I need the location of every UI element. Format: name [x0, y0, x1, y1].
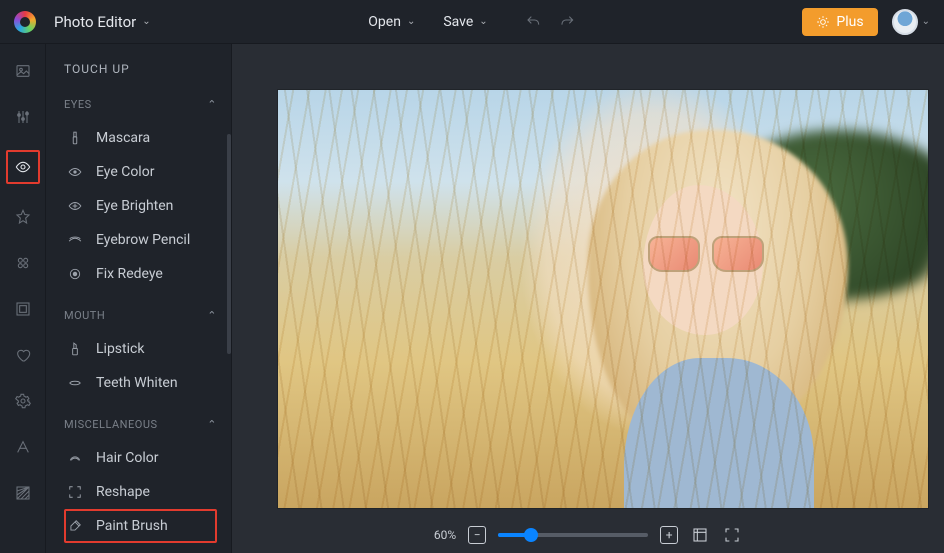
eye-brighten-icon	[66, 199, 84, 213]
zoom-value: 60%	[434, 528, 456, 542]
tool-eyebrow-pencil[interactable]: Eyebrow Pencil	[64, 223, 227, 257]
header-right: Plus ⌄	[802, 8, 930, 36]
app-header: Photo Editor ⌄ Open ⌄ Save ⌄ Plus ⌄	[0, 0, 944, 44]
section-mouth-label: MOUTH	[64, 309, 105, 322]
rail-touchup-highlight	[6, 150, 40, 184]
section-misc-label: MISCELLANEOUS	[64, 418, 158, 431]
tool-label: Mascara	[96, 130, 150, 146]
tool-label: Fix Redeye	[96, 266, 163, 282]
open-label: Open	[368, 14, 401, 30]
rail-texture[interactable]	[10, 480, 36, 506]
brush-icon	[66, 519, 84, 533]
tool-label: Hair Color	[96, 450, 158, 466]
lipstick-icon	[66, 342, 84, 356]
zoom-controls: 60% − +	[232, 525, 944, 545]
reshape-icon	[66, 485, 84, 499]
undo-button[interactable]	[526, 14, 542, 30]
zoom-slider[interactable]	[498, 533, 648, 537]
rail-frame[interactable]	[10, 296, 36, 322]
tool-label: Paint Brush	[96, 518, 168, 534]
app-title-dropdown[interactable]: Photo Editor ⌄	[54, 13, 151, 31]
section-eyes-label: EYES	[64, 98, 92, 111]
app-logo-icon	[14, 11, 36, 33]
tool-slimming[interactable]: Slimming	[64, 543, 227, 553]
chevron-down-icon: ⌄	[142, 16, 150, 27]
tool-label: Eyebrow Pencil	[96, 232, 190, 248]
section-mouth-header[interactable]: MOUTH ⌃	[64, 309, 217, 322]
header-center: Open ⌄ Save ⌄	[368, 14, 575, 30]
tool-fix-redeye[interactable]: Fix Redeye	[64, 257, 227, 291]
rail-text[interactable]	[10, 434, 36, 460]
zoom-slider-thumb[interactable]	[524, 528, 538, 542]
touchup-panel: TOUCH UP EYES ⌃ Mascara Eye Color Eye Br…	[46, 44, 232, 553]
teeth-icon	[66, 376, 84, 390]
tool-label: Teeth Whiten	[96, 375, 178, 391]
rail-adjust[interactable]	[10, 104, 36, 130]
fullscreen-button[interactable]	[722, 525, 742, 545]
section-misc-header[interactable]: MISCELLANEOUS ⌃	[64, 418, 217, 431]
fit-screen-button[interactable]	[690, 525, 710, 545]
panel-scrollbar[interactable]	[227, 134, 231, 354]
save-menu[interactable]: Save ⌄	[443, 14, 487, 30]
rail-touchup[interactable]	[10, 154, 36, 180]
rail-graphics[interactable]	[10, 250, 36, 276]
tool-eye-brighten[interactable]: Eye Brighten	[64, 189, 227, 223]
rail-image[interactable]	[10, 58, 36, 84]
eye-color-icon	[66, 165, 84, 179]
chevron-down-icon: ⌄	[407, 16, 415, 27]
tool-mascara[interactable]: Mascara	[64, 121, 227, 155]
chevron-up-icon: ⌃	[207, 309, 217, 322]
mascara-icon	[66, 131, 84, 145]
photo-wheat-overlay	[278, 90, 928, 508]
rail-effects[interactable]	[10, 204, 36, 230]
tool-label: Eye Color	[96, 164, 154, 180]
avatar-icon	[892, 9, 918, 35]
plus-label: Plus	[836, 14, 863, 30]
chevron-down-icon: ⌄	[479, 16, 487, 27]
canvas-area: 60% − +	[232, 44, 944, 553]
eyebrow-icon	[66, 233, 84, 247]
chevron-up-icon: ⌃	[207, 98, 217, 111]
section-eyes-header[interactable]: EYES ⌃	[64, 98, 217, 111]
tool-teeth-whiten[interactable]: Teeth Whiten	[64, 366, 227, 400]
hair-icon	[66, 451, 84, 465]
chevron-down-icon: ⌄	[922, 16, 930, 27]
zoom-out-button[interactable]: −	[468, 526, 486, 544]
tool-reshape[interactable]: Reshape	[64, 475, 227, 509]
chevron-up-icon: ⌃	[207, 418, 217, 431]
zoom-in-button[interactable]: +	[660, 526, 678, 544]
panel-title: TOUCH UP	[64, 62, 227, 76]
tool-rail	[0, 44, 46, 553]
tool-label: Eye Brighten	[96, 198, 173, 214]
tool-hair-color[interactable]: Hair Color	[64, 441, 227, 475]
save-label: Save	[443, 14, 473, 30]
tool-label: Lipstick	[96, 341, 144, 357]
tool-paint-brush[interactable]: Paint Brush	[64, 509, 217, 543]
redeye-icon	[66, 267, 84, 281]
open-menu[interactable]: Open ⌄	[368, 14, 415, 30]
redo-button[interactable]	[560, 14, 576, 30]
tool-label: Reshape	[96, 484, 150, 500]
tool-lipstick[interactable]: Lipstick	[64, 332, 227, 366]
rail-favorite[interactable]	[10, 342, 36, 368]
tool-eye-color[interactable]: Eye Color	[64, 155, 227, 189]
app-title: Photo Editor	[54, 13, 136, 31]
undo-redo-group	[526, 14, 576, 30]
photo-preview[interactable]	[278, 90, 928, 508]
account-menu[interactable]: ⌄	[892, 9, 930, 35]
rail-settings[interactable]	[10, 388, 36, 414]
plus-upgrade-button[interactable]: Plus	[802, 8, 877, 36]
